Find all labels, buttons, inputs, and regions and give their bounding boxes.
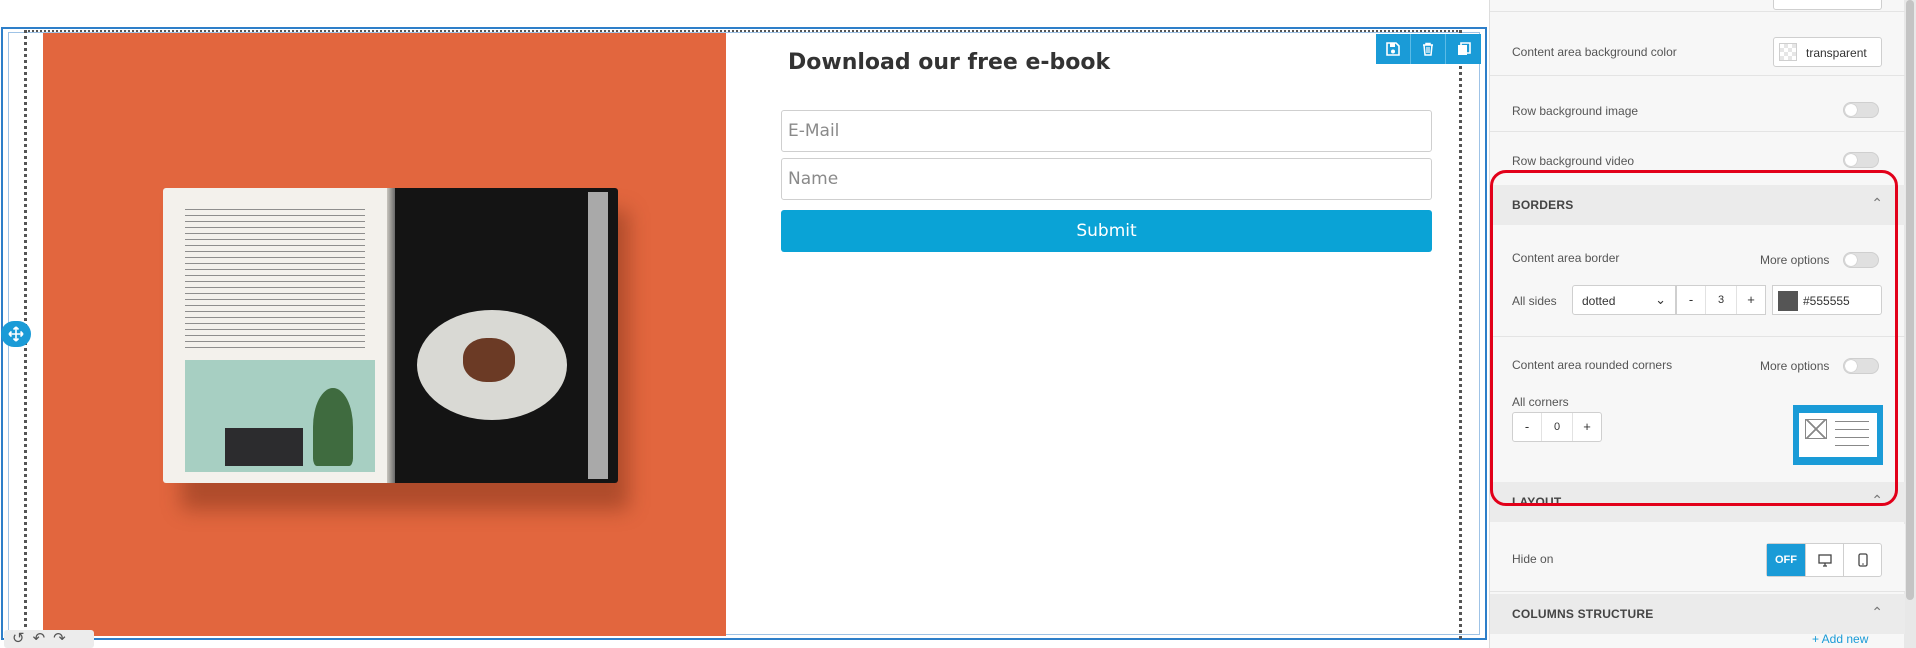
redo-icon[interactable]: ↷ [53,630,66,648]
trash-icon [1423,42,1433,56]
borders-title: BORDERS [1512,198,1574,212]
chevron-up-icon: ⌃ [1871,604,1883,620]
corner-radius-value[interactable]: 0 [1541,413,1573,441]
book-plant [313,388,353,466]
form-title: Download our free e-book [788,50,1111,75]
move-row-handle[interactable] [1,321,31,347]
editor-app: Download our free e-book E-Mail Name Sub… [0,0,1916,648]
row-bg-video-toggle[interactable] [1843,152,1879,168]
row-bg-video-label: Row background video [1512,154,1635,168]
all-sides-label: All sides [1512,294,1557,308]
columns-title: COLUMNS STRUCTURE [1512,607,1654,621]
chevron-up-icon: ⌃ [1871,195,1883,211]
row-bg-video-row: Row background video [1490,140,1905,170]
open-book-illustration [163,188,629,510]
border-width-stepper[interactable]: - 3 + [1676,285,1766,315]
corners-preview [1793,405,1883,465]
chevron-up-icon: ⌃ [1871,492,1883,508]
border-style-select[interactable]: dotted ⌄ [1572,285,1676,315]
preview-line [1835,429,1869,430]
hide-on-label: Hide on [1512,552,1554,566]
content-bg-value: transparent [1806,46,1867,60]
preview-line [1835,421,1869,422]
desktop-icon [1817,553,1832,567]
duplicate-row-button[interactable] [1446,34,1481,64]
content-bg-color-button[interactable]: transparent [1773,37,1882,67]
border-color-button[interactable]: #555555 [1772,285,1882,315]
history-icon[interactable]: ↺ [12,630,25,648]
row-bg-image-label: Row background image [1512,104,1639,118]
corners-more-options-toggle[interactable] [1843,358,1879,374]
all-corners-label: All corners [1512,395,1569,409]
corner-radius-plus[interactable]: + [1573,413,1601,441]
add-new-column-link[interactable]: + Add new [1812,632,1868,646]
undo-icon[interactable]: ↶ [33,630,46,648]
delete-row-button[interactable] [1411,34,1446,64]
book-stripe [588,192,608,479]
hide-off-option[interactable]: OFF [1767,544,1805,576]
transparent-swatch [1779,43,1797,61]
settings-panel: Content area background color transparen… [1489,0,1916,648]
panel-scrollbar[interactable] [1904,0,1916,648]
content-bg-row: Content area background color transparen… [1490,28,1905,76]
border-width-value[interactable]: 3 [1705,286,1737,314]
mobile-icon [1857,553,1868,567]
ebook-image[interactable] [43,33,726,636]
history-toolbar: ↺ ↶ ↷ [4,630,94,648]
row-bg-image-row: Row background image [1490,88,1905,132]
duplicate-icon [1457,42,1471,55]
preview-card [1799,413,1877,457]
book-spine [387,188,395,483]
content-bg-label: Content area background color [1512,45,1677,59]
book-cabinet [225,428,303,466]
name-field[interactable]: Name [781,158,1432,200]
border-color-value: #555555 [1803,294,1850,308]
preview-line [1835,437,1869,438]
border-width-minus[interactable]: - [1677,286,1705,314]
border-style-value: dotted [1582,294,1616,308]
row-toolbar [1376,34,1481,64]
top-setting-row [1490,0,1905,12]
hide-on-mobile-option[interactable] [1843,544,1881,576]
corner-radius-stepper[interactable]: - 0 + [1512,412,1602,442]
border-more-options-toggle[interactable] [1843,252,1879,268]
book-cake [463,338,515,382]
preview-line [1835,445,1869,446]
book-text-block [185,206,365,351]
top-color-button[interactable] [1773,0,1882,10]
email-canvas: Download our free e-book E-Mail Name Sub… [0,0,1489,648]
row-bg-image-toggle[interactable] [1843,102,1879,118]
layout-section-header[interactable]: LAYOUT ⌃ [1490,482,1905,522]
border-color-swatch [1778,291,1798,311]
move-icon [8,326,24,342]
divider [1490,336,1905,337]
content-border-label: Content area border [1512,251,1620,265]
border-width-plus[interactable]: + [1737,286,1765,314]
hide-on-desktop-option[interactable] [1805,544,1843,576]
hide-on-segmented-control: OFF [1766,543,1882,577]
chevron-down-icon: ⌄ [1655,292,1666,307]
image-placeholder-icon [1805,419,1827,439]
corner-radius-minus[interactable]: - [1513,413,1541,441]
corners-more-options-label: More options [1760,359,1830,373]
borders-section-header[interactable]: BORDERS ⌃ [1490,185,1905,225]
border-more-options-label: More options [1760,253,1830,267]
layout-title: LAYOUT [1512,495,1562,509]
save-icon [1386,42,1400,56]
email-field[interactable]: E-Mail [781,110,1432,152]
rounded-corners-label: Content area rounded corners [1512,358,1673,372]
submit-button[interactable]: Submit [781,210,1432,252]
columns-section-header[interactable]: COLUMNS STRUCTURE ⌃ [1490,594,1905,634]
scrollbar-thumb[interactable] [1906,0,1914,600]
save-row-button[interactable] [1376,34,1411,64]
